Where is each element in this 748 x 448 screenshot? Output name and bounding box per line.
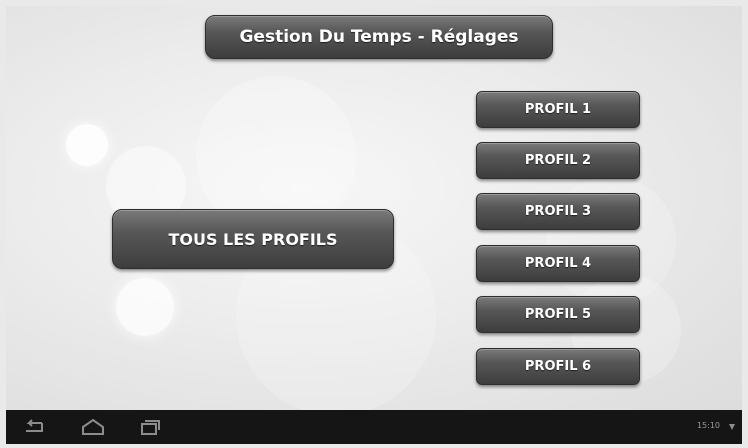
- page-title: Gestion Du Temps - Réglages: [205, 15, 553, 59]
- profile-label: PROFIL 6: [524, 359, 592, 374]
- all-profiles-label: TOUS LES PROFILS: [168, 229, 338, 249]
- profile-2-button[interactable]: PROFIL 2: [476, 142, 640, 179]
- system-navigation-bar: 15:10: [6, 410, 742, 444]
- background-bokeh: [66, 124, 108, 166]
- back-icon[interactable]: [22, 419, 46, 435]
- home-icon[interactable]: [80, 419, 106, 435]
- wifi-icon: [729, 424, 735, 430]
- profile-label: PROFIL 3: [524, 204, 592, 219]
- status-clock: 15:10: [696, 421, 720, 430]
- profile-4-button[interactable]: PROFIL 4: [476, 245, 640, 282]
- profile-5-button[interactable]: PROFIL 5: [476, 296, 640, 333]
- profile-label: PROFIL 1: [524, 102, 592, 117]
- all-profiles-button[interactable]: TOUS LES PROFILS: [112, 209, 394, 269]
- app-screen: Gestion Du Temps - Réglages TOUS LES PRO…: [6, 6, 742, 410]
- page-title-text: Gestion Du Temps - Réglages: [239, 27, 519, 47]
- profile-label: PROFIL 5: [524, 307, 592, 322]
- profile-1-button[interactable]: PROFIL 1: [476, 91, 640, 128]
- profile-3-button[interactable]: PROFIL 3: [476, 193, 640, 230]
- background-bokeh: [116, 278, 174, 336]
- profile-label: PROFIL 4: [524, 256, 592, 271]
- recent-apps-icon[interactable]: [140, 419, 160, 435]
- profile-6-button[interactable]: PROFIL 6: [476, 348, 640, 385]
- profile-label: PROFIL 2: [524, 153, 592, 168]
